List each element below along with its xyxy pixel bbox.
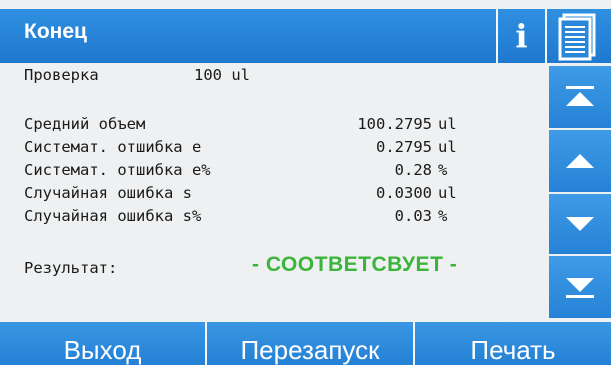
stat-unit: % <box>438 207 448 225</box>
scroll-down-button[interactable] <box>549 194 611 254</box>
stat-label: Системат. отшибка e% <box>24 161 211 179</box>
restart-button-label: Перезапуск <box>240 335 380 365</box>
stat-value: 0.03 <box>394 207 432 225</box>
stat-unit: ul <box>438 184 457 202</box>
stat-unit: % <box>438 161 448 179</box>
scroll-top-button[interactable] <box>549 66 611 128</box>
stat-row: Системат. отшибка e% 0.28 % <box>24 159 544 181</box>
header-bar: Конец i <box>0 9 611 63</box>
stat-row: Системат. отшибка e 0.2795 ul <box>24 136 544 158</box>
stat-label: Средний объем <box>24 115 146 133</box>
page-title: Конец <box>24 20 87 43</box>
footer-bar: Выход Перезапуск Печать <box>0 322 611 365</box>
stat-row: Случайная ошибка s 0.0300 ul <box>24 182 544 204</box>
scroll-bottom-button[interactable] <box>549 256 611 318</box>
result-label: Результат: <box>24 259 118 277</box>
scroll-up-button[interactable] <box>549 130 611 192</box>
document-list-icon <box>558 13 596 61</box>
document-list-button[interactable] <box>547 9 611 63</box>
stat-row: Случайная ошибка s% 0.03 % <box>24 205 544 227</box>
results-panel: Проверка 100 ul Средний объем 100.2795 u… <box>24 64 544 326</box>
scroll-to-bottom-icon <box>566 278 594 298</box>
check-value: 100 ul <box>194 66 250 84</box>
stat-row: Средний объем 100.2795 ul <box>24 113 544 135</box>
stat-unit: ul <box>438 115 457 133</box>
scroll-up-icon <box>566 154 594 168</box>
screen: Конец i Проверка 100 ul Средний объем 10… <box>0 0 611 365</box>
info-icon: i <box>515 17 528 55</box>
check-row: Проверка 100 ul <box>24 64 544 86</box>
stat-unit: ul <box>438 138 457 156</box>
stat-label: Случайная ошибка s% <box>24 207 202 225</box>
stat-label: Случайная ошибка s <box>24 184 192 202</box>
stat-value: 0.2795 <box>376 138 432 156</box>
exit-button[interactable]: Выход <box>0 322 205 365</box>
result-status: - СООТВЕТСВУЕТ - <box>252 253 458 276</box>
restart-button[interactable]: Перезапуск <box>207 322 413 365</box>
stat-value: 0.28 <box>394 161 432 179</box>
scroll-down-icon <box>566 217 594 231</box>
print-button[interactable]: Печать <box>415 322 611 365</box>
stat-value: 0.0300 <box>376 184 432 202</box>
exit-button-label: Выход <box>63 335 142 365</box>
info-button[interactable]: i <box>498 9 545 63</box>
stat-value: 100.2795 <box>357 115 432 133</box>
check-label: Проверка <box>24 66 99 84</box>
print-button-label: Печать <box>470 335 556 365</box>
stat-label: Системат. отшибка e <box>24 138 202 156</box>
scroll-to-top-icon <box>566 86 594 106</box>
